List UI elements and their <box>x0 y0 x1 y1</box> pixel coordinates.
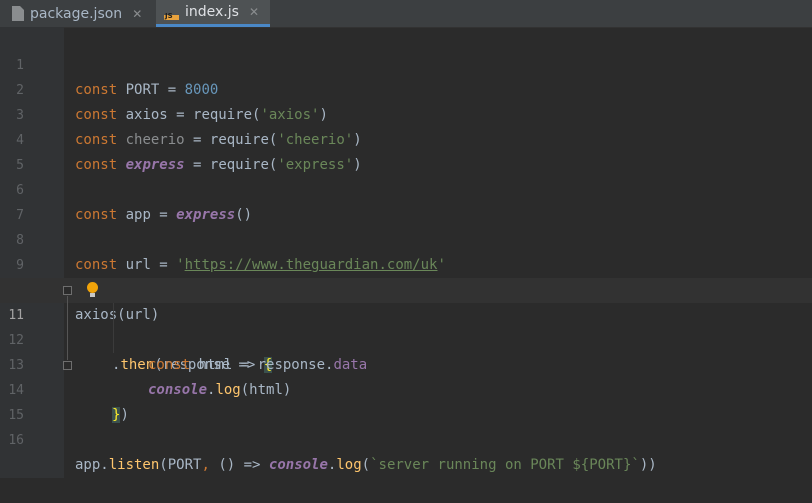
method-name: listen <box>108 457 160 473</box>
tab-label: package.json <box>30 5 123 22</box>
method-name: log <box>336 457 362 473</box>
code-line[interactable]: 5 <box>0 128 812 173</box>
tab-label: index.js <box>185 4 239 20</box>
code-line[interactable]: 6 const app = express() <box>0 153 812 223</box>
code-line[interactable]: 3 const cheerio = require('cheerio') <box>0 78 812 148</box>
code-line[interactable]: 4 const express = require('express') <box>0 103 812 173</box>
code-text: app. <box>75 457 109 473</box>
indent-guide <box>113 303 114 353</box>
code-text: (PORT <box>159 457 202 473</box>
code-line[interactable]: 1 const PORT = 8000 <box>0 28 812 98</box>
editor-tab-bar: package.json ✕ JS index.js ✕ <box>0 0 812 28</box>
code-line[interactable]: 9 <box>0 228 812 273</box>
fold-marker-icon[interactable] <box>63 286 72 295</box>
tab-package-json[interactable]: package.json ✕ <box>12 0 152 27</box>
code-line[interactable]: 14 }) <box>0 353 812 423</box>
template-literal: `server running on PORT ${PORT}` <box>370 457 640 473</box>
code-editor[interactable]: 1 const PORT = 8000 2 const axios = requ… <box>0 27 812 478</box>
code-text: () => <box>209 457 269 473</box>
js-badge: JS <box>165 11 173 20</box>
code-line[interactable]: 12 const html = response.data <box>0 303 812 373</box>
code-line[interactable]: 16 app.listen(PORT, () => console.log(`s… <box>0 403 812 473</box>
js-file-icon: JS <box>164 4 179 20</box>
line-number: 16 <box>8 433 24 448</box>
close-icon[interactable]: ✕ <box>249 5 259 19</box>
code-line[interactable]: 7 <box>0 178 812 223</box>
identifier: console <box>268 457 328 473</box>
close-icon[interactable]: ✕ <box>132 7 142 21</box>
fold-marker-icon[interactable] <box>63 361 72 370</box>
comma: , <box>201 457 210 473</box>
code-line-current[interactable]: 11 .then(response => { <box>0 278 812 373</box>
tab-index-js[interactable]: JS index.js ✕ <box>156 0 270 27</box>
code-text: )) <box>639 457 657 473</box>
code-line[interactable]: 2 const axios = require('axios') <box>0 53 812 123</box>
lightbulb-icon[interactable] <box>86 282 98 299</box>
code-line[interactable]: 15 <box>0 378 812 423</box>
code-line[interactable]: 10 axios(url) <box>0 253 812 323</box>
code-line[interactable]: 8 const url = 'https://www.theguardian.c… <box>0 203 812 273</box>
file-icon <box>12 6 24 21</box>
code-text: ( <box>361 457 371 473</box>
fold-range-line <box>67 296 68 360</box>
code-line[interactable]: 13 console.log(html) <box>0 328 812 398</box>
